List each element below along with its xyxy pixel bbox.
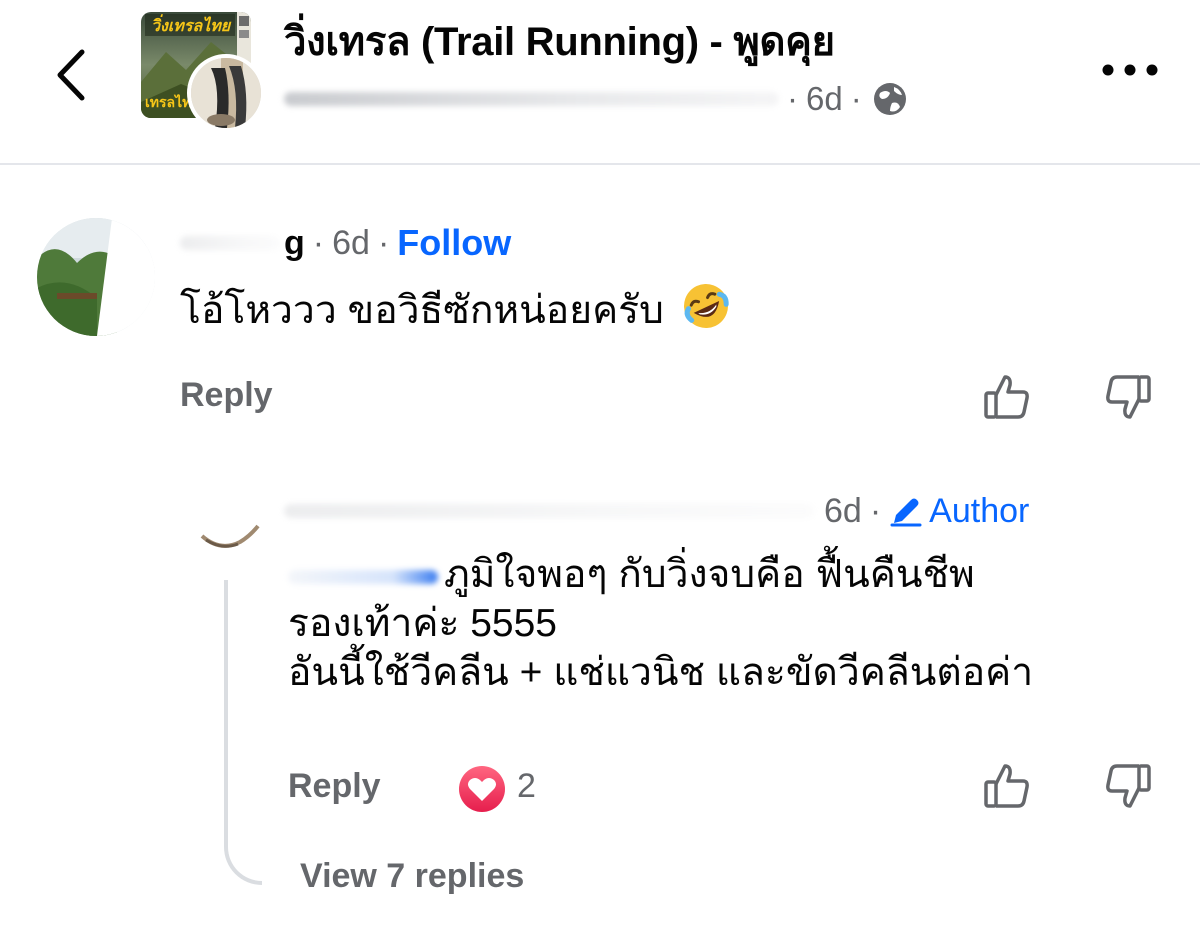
- globe-icon: [872, 81, 908, 117]
- meta-separator: ·: [377, 223, 390, 262]
- redacted-commenter-name: [180, 236, 280, 250]
- redacted-mention[interactable]: [288, 569, 438, 584]
- thumbs-down-icon: [1106, 375, 1151, 419]
- thumbs-down-icon: [1106, 764, 1151, 808]
- reply-button[interactable]: Reply: [180, 376, 273, 415]
- more-horizontal-icon: [1102, 64, 1158, 76]
- author-badge-label: Author: [929, 491, 1030, 530]
- comment-header: 6d · Author: [284, 488, 1084, 534]
- heart-reaction-icon[interactable]: [458, 765, 506, 813]
- downvote-button[interactable]: [1102, 760, 1154, 812]
- thumbs-up-icon: [984, 375, 1029, 419]
- comment-text-line-2: รองเท้าค่ะ 5555: [288, 602, 557, 646]
- view-replies-button[interactable]: View 7 replies: [300, 857, 524, 896]
- commenter-name[interactable]: g: [284, 224, 305, 263]
- rolling-on-floor-laughing-emoji: [681, 281, 731, 331]
- author-avatar[interactable]: [198, 520, 262, 556]
- comment-text: โอ้โหววว ขอวิธีซักหน่อยครับ: [180, 289, 664, 332]
- author-badge: Author: [889, 492, 1029, 531]
- comment-text-line-3: อันนี้ใช้วีคลีน + แช่แวนิช และขัดวีคลีนต…: [288, 651, 1034, 695]
- redacted-poster-name: [284, 92, 779, 106]
- pencil-icon: [890, 498, 922, 527]
- back-button[interactable]: [48, 40, 98, 110]
- thumb-label-top: วิ่งเทรลไทย: [151, 18, 231, 35]
- post-meta: · 6d ·: [284, 78, 934, 120]
- chevron-left-icon: [57, 49, 85, 101]
- thumbs-up-icon: [984, 764, 1029, 808]
- meta-separator: ·: [869, 491, 882, 530]
- upvote-button[interactable]: [981, 760, 1033, 812]
- follow-button[interactable]: Follow: [397, 222, 511, 264]
- meta-separator: ·: [787, 80, 798, 117]
- redacted-author-name: [284, 504, 814, 518]
- comment-body: ภูมิใจพอๆ กับวิ่งจบคือ ฟื้นคืนชีพ รองเท้…: [288, 550, 1188, 697]
- comment-body: โอ้โหววว ขอวิธีซักหน่อยครับ: [180, 281, 731, 335]
- comment-header: g · 6d · Follow: [180, 220, 511, 266]
- comment-age: 6d: [332, 223, 370, 262]
- comment-text-line-1: ภูมิใจพอๆ กับวิ่งจบคือ ฟื้นคืนชีพ: [444, 553, 975, 596]
- post-age: 6d: [806, 80, 843, 117]
- meta-separator: ·: [312, 223, 325, 262]
- reply-button[interactable]: Reply: [288, 767, 381, 806]
- reaction-count[interactable]: 2: [517, 767, 536, 806]
- comment-age: 6d: [824, 491, 862, 530]
- group-title[interactable]: วิ่งเทรล (Trail Running) - พูดคุย: [284, 20, 835, 64]
- meta-separator: ·: [850, 80, 862, 117]
- more-options-button[interactable]: [1098, 55, 1162, 85]
- upvote-button[interactable]: [981, 371, 1033, 423]
- poster-avatar[interactable]: [187, 54, 265, 132]
- downvote-button[interactable]: [1102, 371, 1154, 423]
- commenter-avatar[interactable]: [37, 218, 155, 336]
- reply-thread-line: [224, 580, 262, 885]
